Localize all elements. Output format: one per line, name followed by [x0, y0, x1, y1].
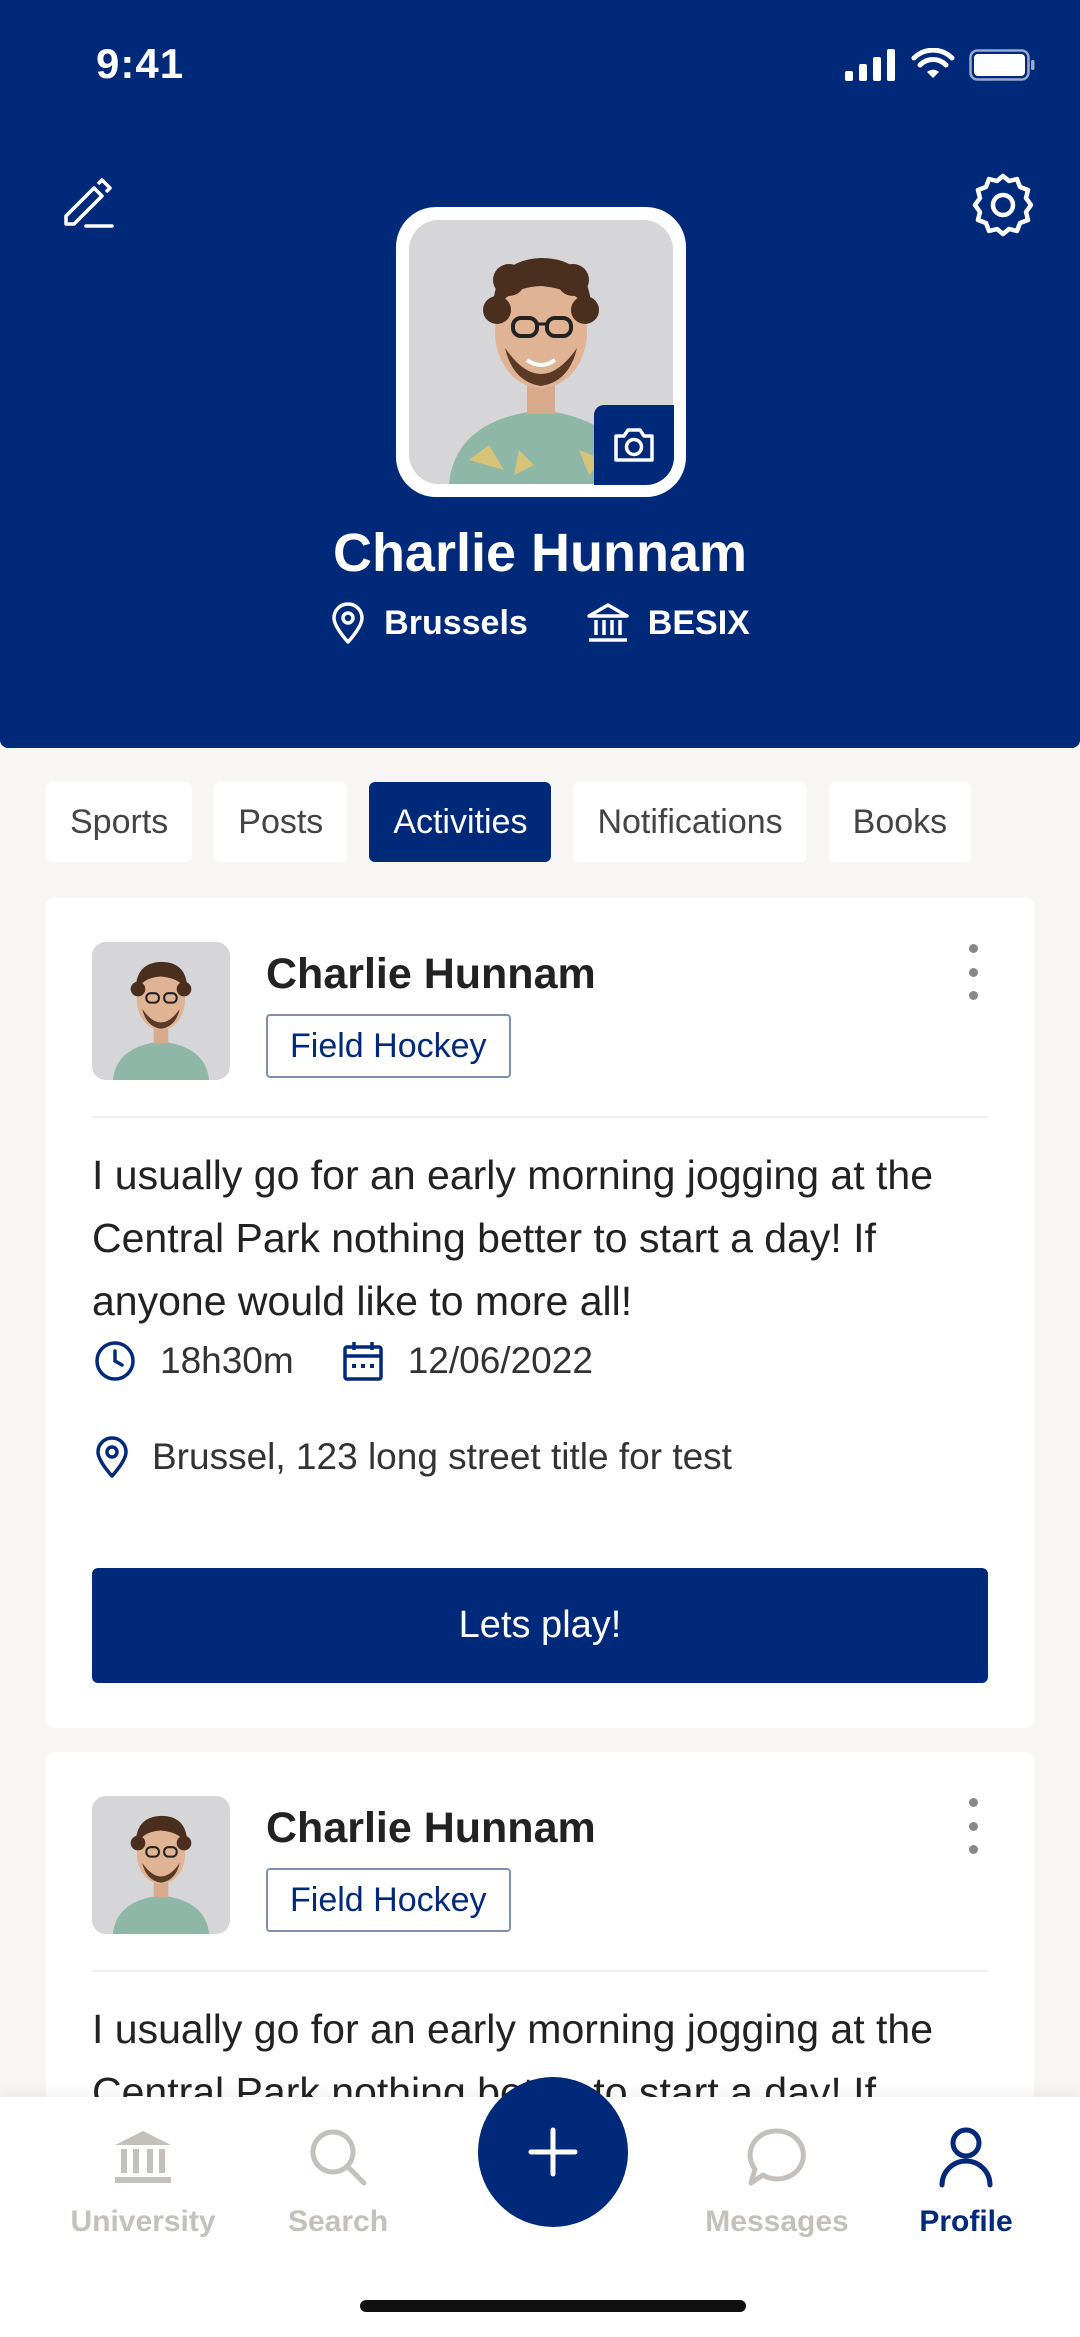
plus-icon [528, 2127, 578, 2177]
activity-schedule: 18h30m 12/06/2022 [92, 1338, 593, 1384]
nav-university[interactable]: University [43, 2117, 243, 2239]
search-icon [298, 2117, 378, 2197]
author-portrait [92, 1796, 230, 1934]
author-name[interactable]: Charlie Hunnam [266, 950, 596, 999]
create-activity-button[interactable] [478, 2077, 628, 2227]
more-options-icon[interactable] [958, 1796, 988, 1856]
nav-university-label: University [70, 2205, 216, 2238]
author-portrait [92, 942, 230, 1080]
activity-description: I usually go for an early morning joggin… [92, 1152, 934, 1324]
more-options-icon[interactable] [958, 942, 988, 1002]
activity-date: 12/06/2022 [407, 1340, 593, 1381]
lets-play-button[interactable]: Lets play! [92, 1568, 988, 1683]
profile-tabs: Sports Posts Activities Notifications Bo… [46, 782, 972, 862]
activity-card: Charlie Hunnam Field Hockey I usually go… [46, 898, 1034, 1728]
profile-location: Brussels [330, 602, 528, 644]
signal-icon [845, 49, 895, 81]
tab-activities[interactable]: Activities [369, 782, 552, 862]
nav-search[interactable]: Search [238, 2117, 438, 2239]
author-avatar[interactable] [92, 1796, 230, 1934]
divider [92, 1116, 988, 1118]
profile-icon [926, 2117, 1006, 2197]
battery-icon [969, 49, 1035, 81]
location-pin-icon [92, 1434, 132, 1480]
organization-label: BESIX [647, 603, 750, 642]
wifi-icon [911, 48, 955, 78]
tab-books[interactable]: Books [828, 782, 972, 862]
card-header: Charlie Hunnam Field Hockey [92, 942, 988, 1082]
author-name[interactable]: Charlie Hunnam [266, 1804, 596, 1853]
tab-posts[interactable]: Posts [214, 782, 348, 862]
location-pin-icon [332, 602, 364, 644]
location-text: Brussel, 123 long street title for test [152, 1436, 732, 1477]
location-label: Brussels [384, 603, 528, 642]
gear-icon [972, 173, 1034, 237]
activity-duration: 18h30m [160, 1340, 294, 1381]
settings-button[interactable] [968, 170, 1038, 240]
tab-sports[interactable]: Sports [46, 782, 193, 862]
nav-profile-label: Profile [919, 2205, 1013, 2238]
nav-messages[interactable]: Messages [677, 2117, 877, 2239]
change-photo-button[interactable] [594, 405, 674, 485]
profile-avatar[interactable] [396, 207, 686, 497]
status-icons [845, 48, 1035, 82]
university-icon [103, 2117, 183, 2197]
profile-name: Charlie Hunnam [332, 523, 748, 583]
pencil-icon [64, 178, 114, 228]
profile-organization: BESIX [586, 602, 750, 644]
profile-meta: Brussels BESIX [0, 602, 1080, 644]
camera-icon [614, 428, 654, 462]
tab-notifications[interactable]: Notifications [573, 782, 807, 862]
status-time: 9:41 [96, 40, 185, 87]
clock-icon [92, 1338, 138, 1384]
profile-header: 9:41 Charlie Hunnam Brussels BESIX [0, 0, 1080, 748]
nav-messages-label: Messages [705, 2205, 849, 2238]
message-icon [737, 2117, 817, 2197]
sport-tag: Field Hockey [266, 1014, 511, 1078]
calendar-icon [340, 1338, 386, 1384]
card-header: Charlie Hunnam Field Hockey [92, 1796, 988, 1936]
author-avatar[interactable] [92, 942, 230, 1080]
activity-location: Brussel, 123 long street title for test [92, 1434, 732, 1480]
divider [92, 1970, 988, 1972]
home-indicator [360, 2300, 746, 2312]
sport-tag: Field Hockey [266, 1868, 511, 1932]
nav-profile[interactable]: Profile [866, 2117, 1066, 2239]
edit-profile-button[interactable] [58, 172, 118, 232]
nav-search-label: Search [287, 2205, 389, 2238]
building-icon [587, 603, 629, 642]
